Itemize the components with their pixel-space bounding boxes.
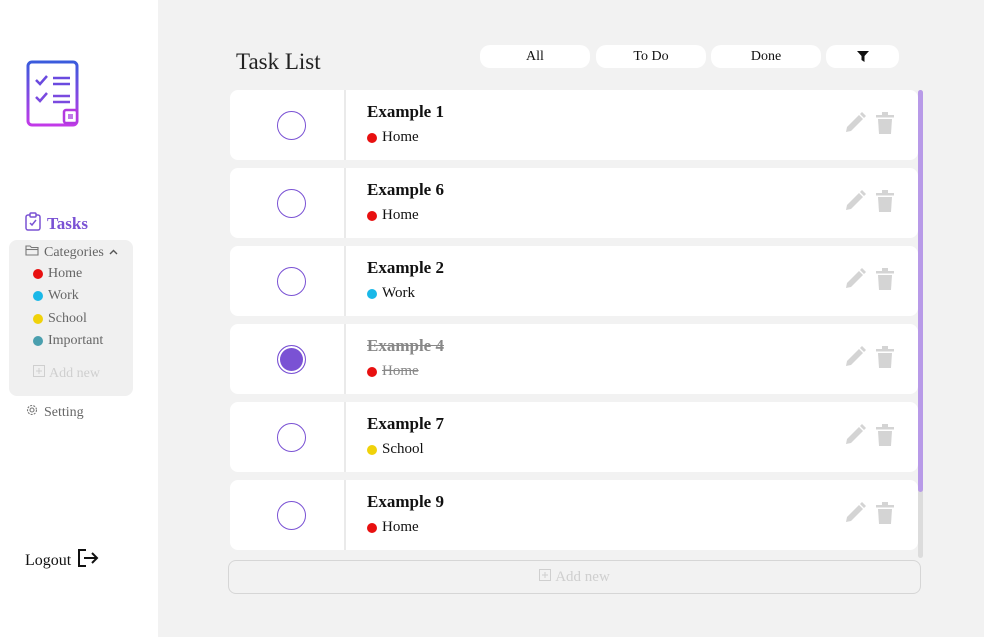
task-row: Example 1 Home [230,90,918,160]
task-category: Home [367,363,419,380]
category-color-dot [367,444,377,455]
task-check-cell [230,90,346,160]
category-color-dot [367,210,377,221]
task-checkbox[interactable] [277,267,306,296]
filter-all-button[interactable]: All [480,45,590,68]
task-checkbox[interactable] [277,111,306,140]
setting-label: Setting [44,404,84,420]
task-category: Home [367,207,419,224]
category-color-dot [367,132,377,143]
categories-label: Categories [44,244,104,260]
category-color-dot [33,291,43,301]
clipboard-check-icon [25,212,41,236]
task-row: Example 4 Home [230,324,918,394]
edit-pencil-icon[interactable] [844,112,866,139]
task-category: School [367,441,424,458]
category-item-home[interactable]: Home [33,266,82,282]
delete-trash-icon[interactable] [876,190,894,217]
logout-button[interactable]: Logout [25,548,99,573]
category-label: School [48,311,87,326]
add-category-label: Add new [49,365,100,381]
task-row: Example 7 School [230,402,918,472]
task-title: Example 7 [367,414,444,433]
task-row: Example 6 Home [230,168,918,238]
category-item-important[interactable]: Important [33,333,103,349]
task-title: Example 6 [367,180,444,199]
task-list-scrollbar[interactable] [918,90,923,558]
delete-trash-icon[interactable] [876,424,894,451]
plus-square-icon [33,365,45,382]
task-category-label: Home [382,363,419,379]
categories-toggle[interactable]: Categories [25,244,118,261]
scrollbar-thumb[interactable] [918,90,923,492]
task-checkbox[interactable] [277,189,306,218]
task-category: Home [367,129,419,146]
plus-square-icon [539,568,552,586]
task-category: Work [367,285,415,302]
task-checkbox-checked[interactable] [277,345,306,374]
category-color-dot [33,314,43,324]
category-item-work[interactable]: Work [33,288,79,304]
task-check-cell [230,402,346,472]
checklist-logo-icon [26,58,80,128]
edit-pencil-icon[interactable] [844,424,866,451]
task-checkbox[interactable] [277,423,306,452]
nav-setting[interactable]: Setting [25,403,84,422]
page-title: Task List [236,49,321,74]
category-label: Work [48,288,79,303]
category-color-dot [367,522,377,533]
category-item-school[interactable]: School [33,311,87,327]
delete-trash-icon[interactable] [876,346,894,373]
chevron-up-icon [109,245,118,261]
task-row: Example 9 Home [230,480,918,550]
categories-panel: Categories Home Work School Important Ad… [9,240,133,396]
edit-pencil-icon[interactable] [844,190,866,217]
filter-funnel-icon [856,51,869,66]
task-checkbox[interactable] [277,501,306,530]
task-check-cell [230,168,346,238]
task-check-cell [230,324,346,394]
logout-icon [77,548,99,573]
edit-pencil-icon[interactable] [844,346,866,373]
category-label: Home [48,266,83,281]
task-category-label: Home [382,519,419,535]
delete-trash-icon[interactable] [876,268,894,295]
nav-tasks[interactable]: Tasks [25,212,88,236]
delete-trash-icon[interactable] [876,502,894,529]
task-category-label: School [382,441,424,457]
folder-icon [25,244,39,261]
category-color-dot [33,269,43,279]
delete-trash-icon[interactable] [876,112,894,139]
nav-tasks-label: Tasks [47,214,88,233]
task-category-label: Home [382,207,419,223]
task-row: Example 2 Work [230,246,918,316]
task-category-label: Work [382,285,415,301]
category-label: Important [48,333,104,348]
filter-menu-button[interactable] [826,45,899,68]
category-color-dot [367,288,377,299]
category-color-dot [33,336,43,346]
task-check-cell [230,480,346,550]
add-task-label: Add new [555,568,610,585]
add-category-button[interactable]: Add new [33,365,100,382]
edit-pencil-icon[interactable] [844,502,866,529]
logout-label: Logout [25,551,72,569]
task-category-label: Home [382,129,419,145]
edit-pencil-icon[interactable] [844,268,866,295]
add-task-button[interactable]: Add new [228,560,921,594]
task-title: Example 4 [367,336,444,355]
filter-todo-button[interactable]: To Do [596,45,706,68]
category-color-dot [367,366,377,377]
filter-done-button[interactable]: Done [711,45,821,68]
task-title: Example 1 [367,102,444,121]
task-check-cell [230,246,346,316]
task-category: Home [367,519,419,536]
task-title: Example 9 [367,492,444,511]
sidebar: Tasks Categories Home Work School Import… [0,0,158,637]
task-title: Example 2 [367,258,444,277]
gear-icon [25,403,39,422]
